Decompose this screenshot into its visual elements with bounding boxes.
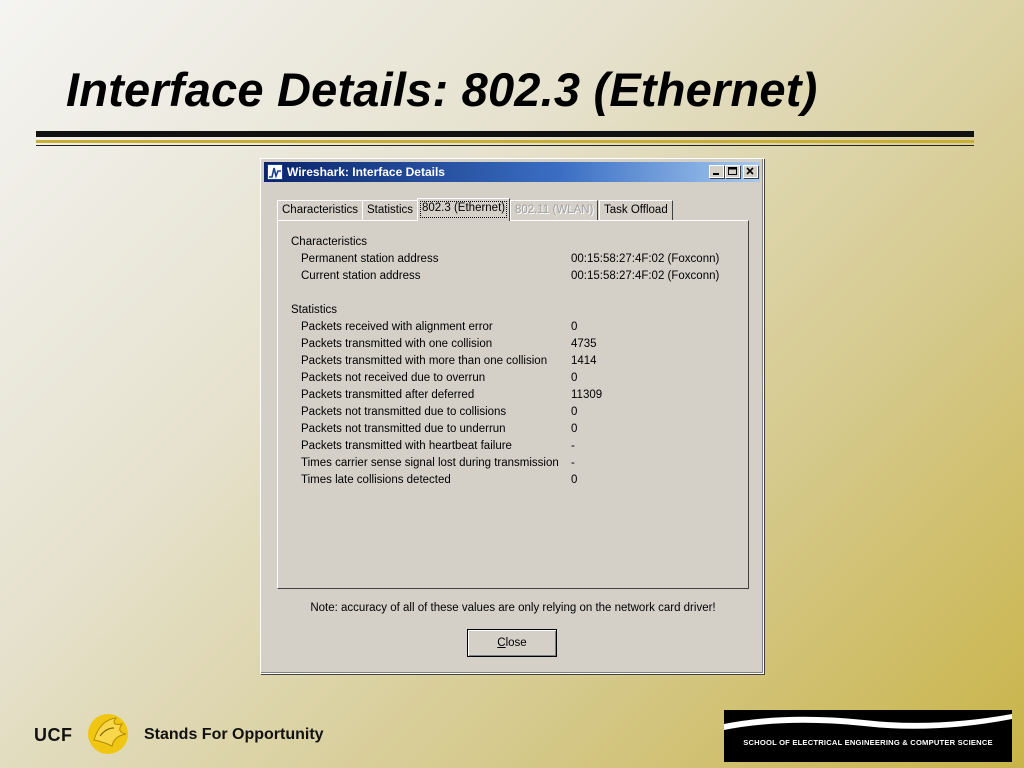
stat-label: Packets not received due to overrun: [301, 372, 486, 384]
interface-details-window: Wireshark: Interface Details Characteris…: [260, 158, 764, 674]
char-label-permanent-address: Permanent station address: [301, 253, 439, 265]
tab-panel-ethernet: Characteristics Permanent station addres…: [277, 220, 749, 589]
ucf-logo-text: UCF: [34, 725, 73, 745]
stat-label: Packets transmitted with more than one c…: [301, 355, 548, 367]
close-icon: [746, 167, 754, 175]
slide-title: Interface Details: 802.3 (Ethernet): [66, 63, 818, 116]
close-window-button[interactable]: [743, 165, 758, 178]
close-button[interactable]: Close: [467, 629, 557, 657]
stat-value: -: [571, 440, 575, 452]
stat-value: 0: [571, 406, 578, 418]
stat-label: Times late collisions detected: [301, 474, 451, 486]
stat-label: Packets received with alignment error: [301, 321, 493, 333]
minimize-icon: [713, 173, 719, 175]
school-name: SCHOOL OF ELECTRICAL ENGINEERING & COMPU…: [743, 738, 993, 747]
title-rule-thin: [36, 145, 974, 146]
pegasus-logo-icon: [88, 714, 128, 754]
maximize-button[interactable]: [725, 165, 740, 178]
accuracy-note: Note: accuracy of all of these values ar…: [310, 602, 716, 614]
statistics-heading: Statistics: [291, 304, 338, 316]
ucf-tagline: Stands For Opportunity: [144, 726, 324, 743]
stat-label: Packets not transmitted due to underrun: [301, 423, 506, 435]
title-rule-gold: [36, 140, 974, 143]
stat-label: Packets transmitted with one collision: [301, 338, 493, 350]
maximize-icon: [728, 167, 737, 175]
wireshark-app-icon[interactable]: [267, 164, 283, 180]
swoosh-icon: [724, 714, 1012, 730]
tab-statistics[interactable]: Statistics: [362, 200, 419, 220]
stat-label: Packets not transmitted due to collision…: [301, 406, 507, 418]
stat-value: 0: [571, 321, 578, 333]
characteristics-heading: Characteristics: [291, 236, 368, 248]
tab-802-3-ethernet[interactable]: 802.3 (Ethernet): [417, 198, 511, 221]
stat-value: 0: [571, 423, 578, 435]
char-value-permanent-address: 00:15:58:27:4F:02 (Foxconn): [571, 253, 720, 265]
title-rule-thick: [36, 131, 974, 137]
stat-value: -: [571, 457, 575, 469]
char-label-current-address: Current station address: [301, 270, 421, 282]
window-title: Wireshark: Interface Details: [287, 165, 445, 179]
school-logo-banner: SCHOOL OF ELECTRICAL ENGINEERING & COMPU…: [724, 710, 1012, 762]
tab-characteristics[interactable]: Characteristics: [277, 200, 364, 220]
tab-task-offload[interactable]: Task Offload: [599, 200, 673, 220]
close-button-mnemonic: C: [497, 637, 506, 649]
stat-value: 0: [571, 372, 578, 384]
window-titlebar[interactable]: Wireshark: Interface Details: [264, 162, 760, 182]
char-value-current-address: 00:15:58:27:4F:02 (Foxconn): [571, 270, 720, 282]
minimize-button[interactable]: [709, 165, 724, 178]
stat-value: 11309: [571, 389, 603, 401]
stat-value: 0: [571, 474, 578, 486]
stat-label: Packets transmitted after deferred: [301, 389, 475, 401]
stat-label: Times carrier sense signal lost during t…: [301, 457, 559, 469]
close-button-label: lose: [505, 637, 527, 649]
tab-802-11-wlan[interactable]: 802.11 (WLAN): [510, 200, 599, 220]
stat-value: 4735: [571, 338, 597, 350]
stat-label: Packets transmitted with heartbeat failu…: [301, 440, 512, 452]
stat-value: 1414: [571, 355, 597, 367]
